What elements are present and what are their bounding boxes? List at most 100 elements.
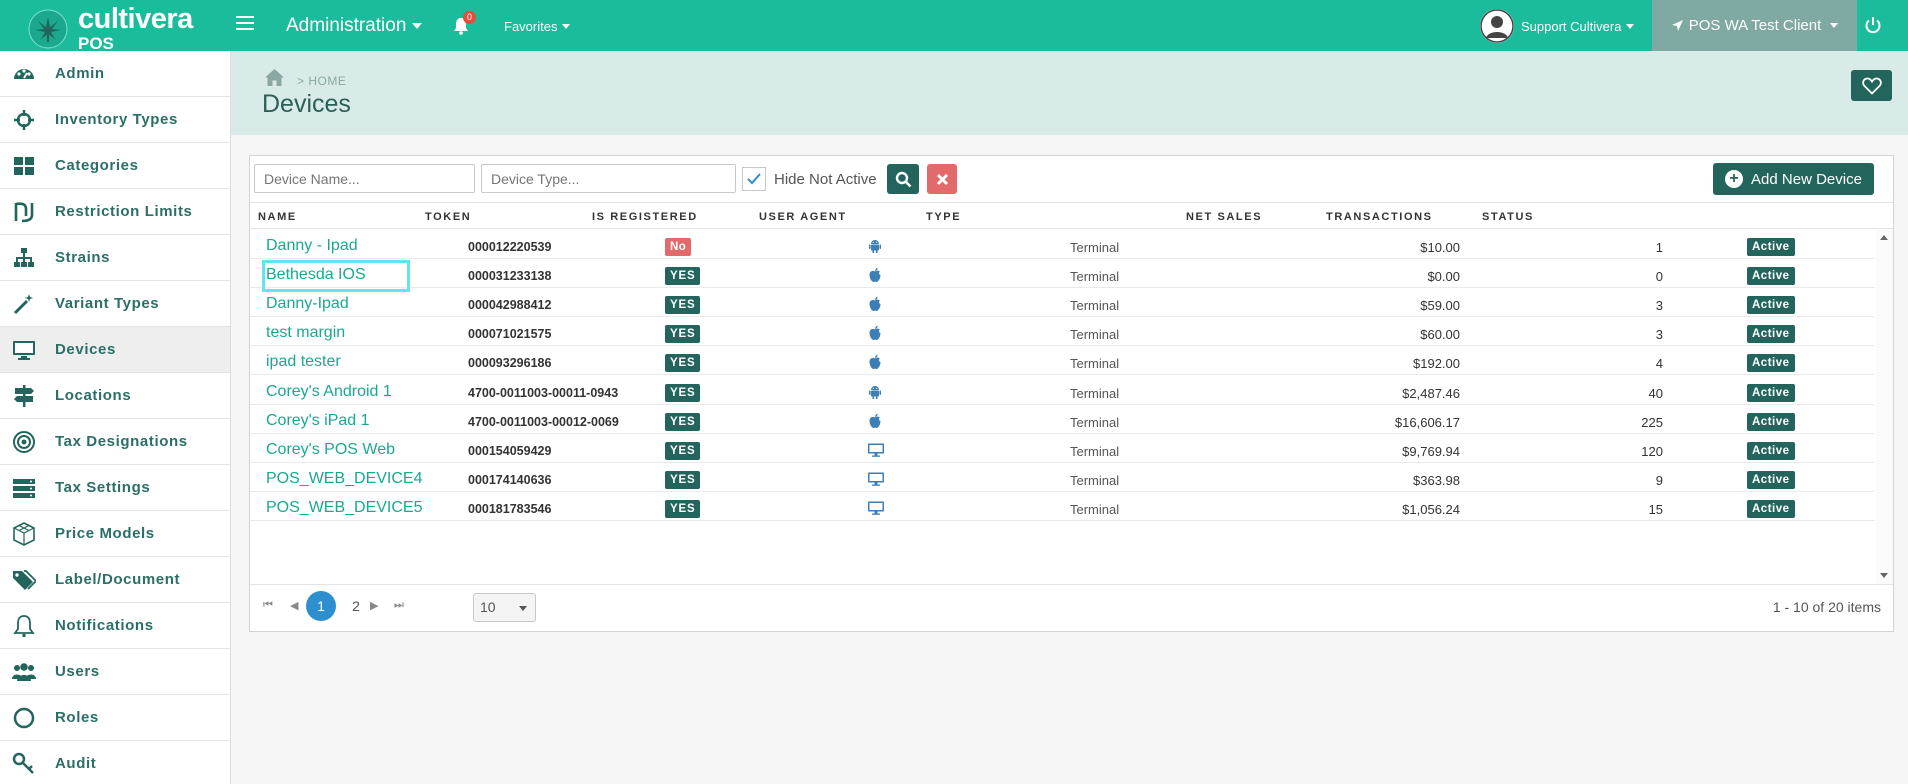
device-token: 000042988412 [468,298,552,313]
devices-grid-panel: Hide Not Active + Add New Device NAME TO… [249,155,1894,632]
table-row[interactable]: Corey's POS Web 000154059429 YES Terminal $9… [250,434,1875,463]
column-header-is-registered[interactable]: IS REGISTERED [592,211,698,223]
sidebar-item-users[interactable]: Users [0,649,230,695]
table-row[interactable]: POS_WEB_DEVICE5 000181783546 YES Terminal $1… [250,492,1875,521]
transactions-value: 9 [1655,472,1663,488]
sidebar-item-audit[interactable]: Audit [0,741,230,784]
add-to-favorites-button[interactable] [1851,70,1892,101]
transactions-value: 3 [1655,298,1663,314]
table-row[interactable]: ipad tester 000093296186 YES Terminal $192.0… [250,346,1875,376]
sidebar-item-admin[interactable]: Admin [0,51,230,97]
net-sales-value: $363.98 [1413,472,1460,488]
pager: ⏮ ◀ 1 2 ▶ ⏭ 10 1 - 10 of 20 items [250,584,1893,631]
next-page-icon[interactable]: ▶ [370,599,378,612]
device-token: 4700-0011003-00012-0069 [468,414,619,429]
heart-icon [1861,77,1882,95]
device-name-link[interactable]: Bethesda IOS [262,260,410,293]
desktop-icon [867,472,885,490]
net-sales-value: $2,487.46 [1402,385,1460,401]
status-badge: Active [1747,238,1795,256]
magic-wand-icon [12,292,36,316]
device-token: 000093296186 [468,356,552,371]
add-new-device-button[interactable]: + Add New Device [1713,163,1874,195]
scroll-down-arrow-icon[interactable] [1880,573,1888,578]
clear-filters-button[interactable] [927,164,957,194]
sidebar-item-notifications[interactable]: Notifications [0,603,230,649]
sidebar-item-price-models[interactable]: Price Models [0,511,230,557]
sidebar-item-inventory-types[interactable]: Inventory Types [0,97,230,143]
device-name-link[interactable]: POS_WEB_DEVICE5 [266,499,423,517]
column-header-token[interactable]: TOKEN [425,211,471,223]
table-row[interactable]: Danny - Ipad 000012220539 No Terminal $10.00… [250,230,1875,260]
sidebar-item-categories[interactable]: Categories [0,143,230,189]
table-row[interactable]: Corey's iPad 1 4700-0011003-00012-0069 YES… [250,405,1875,434]
table-row[interactable]: Danny-Ipad 000042988412 YES Terminal $59.00 3… [250,288,1875,318]
sidebar-item-roles[interactable]: Roles [0,695,230,741]
column-header-transactions[interactable]: TRANSACTIONS [1326,211,1433,223]
table-row[interactable]: POS_WEB_DEVICE4 000174140636 YES Terminal $3… [250,463,1875,492]
sidebar-item-tax-designations[interactable]: Tax Designations [0,419,230,465]
table-row[interactable]: Bethesda IOS 000031233138 YES Terminal $0.00… [250,259,1875,293]
column-header-type[interactable]: TYPE [926,211,961,223]
device-name-link[interactable]: Corey's Android 1 [266,383,392,401]
sidebar-item-label: Audit [55,755,97,772]
sidebar-item-variant-types[interactable]: Variant Types [0,281,230,327]
sidebar-item-strains[interactable]: Strains [0,235,230,281]
monitor-icon [12,338,36,362]
sidebar-item-devices[interactable]: Devices [0,327,230,373]
device-name-link[interactable]: test margin [266,324,345,342]
cannabis-leaf-icon [28,9,68,48]
hamburger-menu-icon[interactable] [236,16,254,34]
device-name-link[interactable]: ipad tester [266,353,341,371]
sidebar-item-locations[interactable]: Locations [0,373,230,419]
device-name-link[interactable]: Danny-Ipad [266,295,349,313]
sidebar-item-label: Users [55,663,100,680]
caret-down-icon [562,24,571,29]
power-logout-icon[interactable] [1864,16,1882,34]
page-number-1[interactable]: 1 [306,591,336,621]
table-row[interactable]: Corey's Android 1 4700-0011003-00011-0943… [250,376,1875,405]
hide-not-active-checkbox[interactable] [742,167,766,191]
caret-down-icon [1626,23,1635,29]
device-name-link[interactable]: POS_WEB_DEVICE4 [266,470,423,488]
cube-icon [12,521,36,546]
home-icon[interactable] [264,68,285,87]
device-name-link[interactable]: Corey's POS Web [266,441,395,459]
breadcrumb[interactable]: > HOME [297,74,346,88]
device-name-link[interactable]: Corey's iPad 1 [266,412,370,430]
sidebar-item-restriction-limits[interactable]: Restriction Limits [0,189,230,235]
notification-count-badge: 0 [463,11,476,24]
apple-icon [867,355,883,373]
column-header-name[interactable]: NAME [258,211,297,223]
caret-down-icon [412,23,423,29]
device-type: Terminal [1070,385,1120,401]
column-header-user-agent[interactable]: USER AGENT [759,211,847,223]
user-silhouette-icon [1480,9,1514,43]
device-name-link[interactable]: Danny - Ipad [266,237,358,255]
sidebar-item-tax-settings[interactable]: Tax Settings [0,465,230,511]
sidebar-item-label-document[interactable]: Label/Document [0,557,230,603]
scroll-up-arrow-icon[interactable] [1880,235,1888,240]
status-badge: Active [1747,499,1795,518]
last-page-icon[interactable]: ⏭ [394,599,404,612]
table-row[interactable]: test margin 000071021575 YES Terminal $60.00… [250,317,1875,347]
device-token: 000174140636 [468,472,552,487]
favorites-dropdown[interactable]: Favorites [504,19,571,34]
column-header-status[interactable]: STATUS [1482,211,1534,223]
top-navbar: cultivera POS Administration 0 Favorites… [0,0,1908,52]
table-scrollbar[interactable] [1876,229,1893,584]
registered-badge: YES [665,354,701,373]
client-dropdown[interactable]: POS WA Test Client [1652,0,1857,51]
device-token: 000181783546 [468,501,552,516]
brand-logo[interactable]: cultivera POS [28,5,193,52]
first-page-icon[interactable]: ⏮ [263,599,273,612]
previous-page-icon[interactable]: ◀ [290,599,298,612]
page-size-select[interactable]: 10 [473,593,536,622]
device-name-filter-input[interactable] [254,164,475,193]
device-type-filter-input[interactable] [481,164,736,193]
column-header-net-sales[interactable]: NET SALES [1186,211,1262,223]
user-dropdown[interactable]: Support Cultivera [1480,9,1635,43]
administration-dropdown[interactable]: Administration [286,15,423,37]
search-button[interactable] [887,164,919,194]
page-number-2[interactable]: 2 [341,591,371,621]
